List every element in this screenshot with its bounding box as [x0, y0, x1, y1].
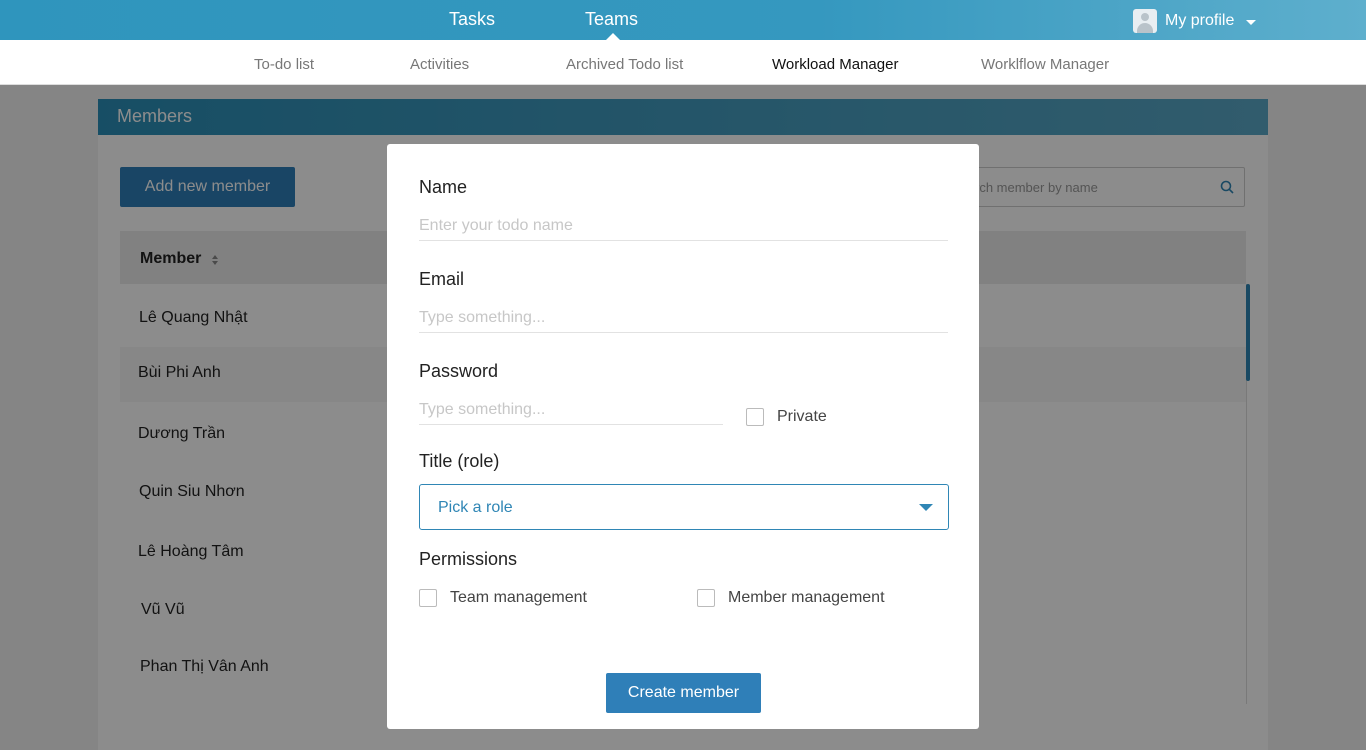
- role-select[interactable]: Pick a role: [419, 484, 949, 530]
- email-input[interactable]: [419, 303, 948, 333]
- create-member-button[interactable]: Create member: [606, 673, 761, 713]
- name-label: Name: [419, 177, 468, 197]
- private-checkbox[interactable]: [746, 408, 764, 426]
- add-member-modal: Name Email Password Private Title (role)…: [387, 144, 979, 729]
- modal-backdrop-top: [0, 0, 1366, 85]
- email-label: Email: [419, 269, 465, 289]
- password-input[interactable]: [419, 395, 723, 425]
- role-select-value: Pick a role: [438, 499, 513, 516]
- role-label: Title (role): [419, 451, 500, 471]
- team-management-label: Team management: [450, 589, 587, 606]
- password-label: Password: [419, 361, 499, 381]
- private-label: Private: [777, 408, 827, 425]
- chevron-down-icon: [919, 504, 933, 511]
- name-input[interactable]: [419, 211, 948, 241]
- member-management-label: Member management: [728, 589, 885, 606]
- team-management-checkbox[interactable]: [419, 589, 437, 607]
- member-management-checkbox[interactable]: [697, 589, 715, 607]
- permissions-label: Permissions: [419, 549, 518, 569]
